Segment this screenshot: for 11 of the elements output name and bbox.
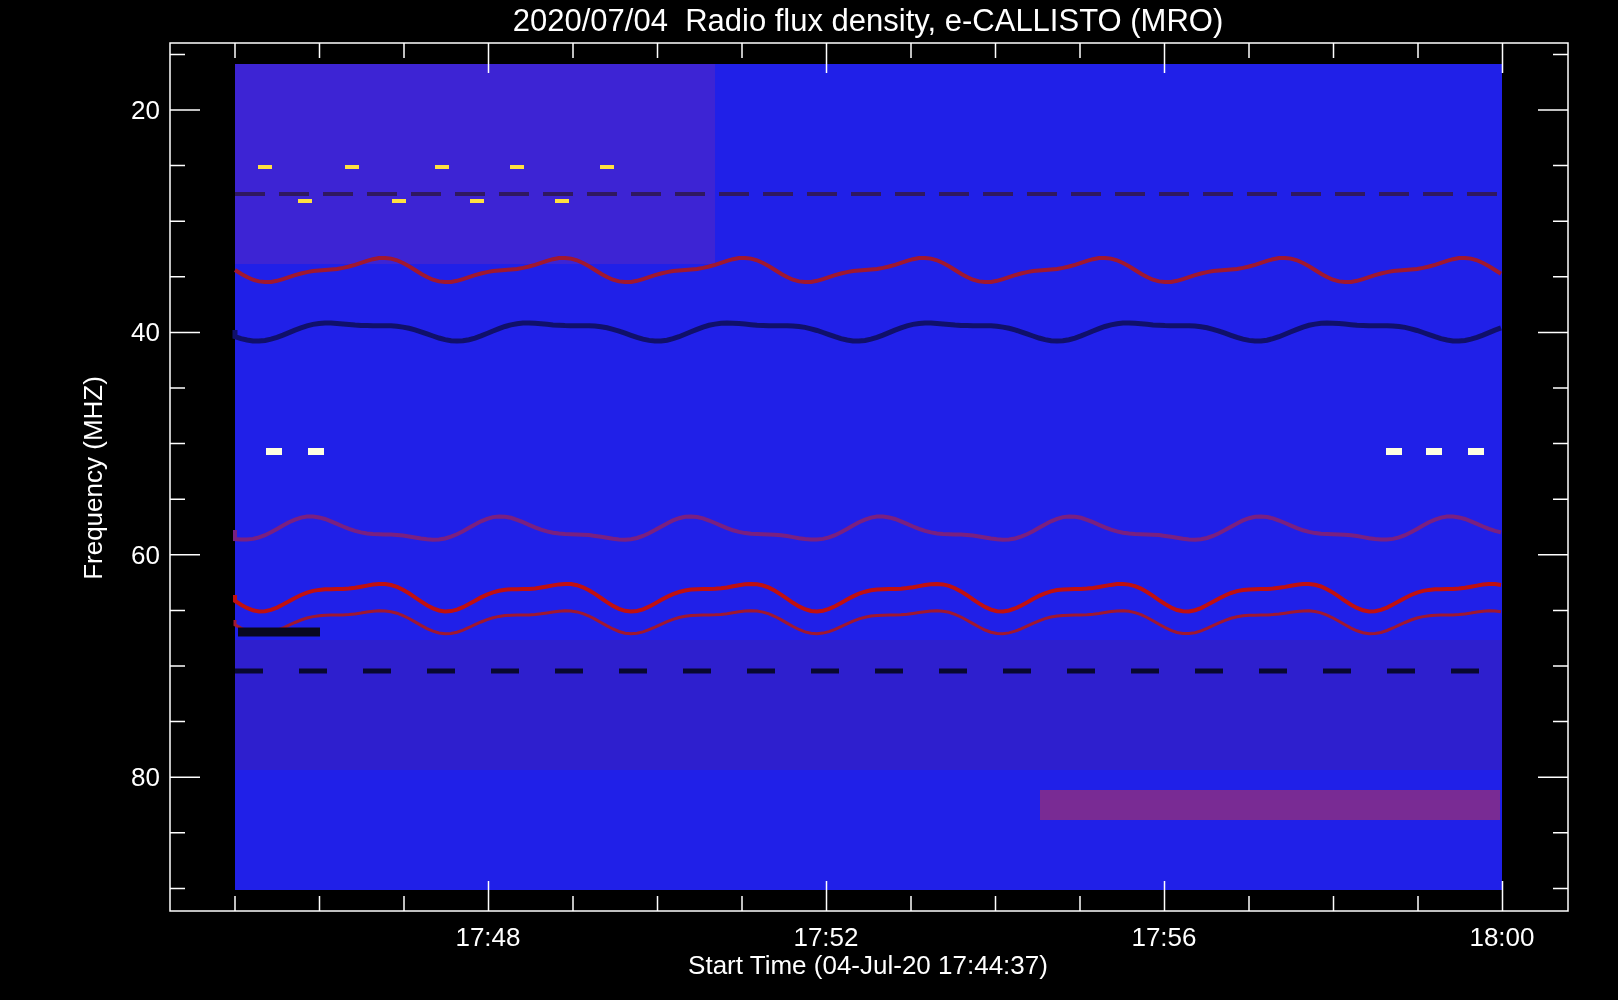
y-axis-label: Frequency (MHZ)	[78, 376, 108, 580]
x-tick-label: 17:48	[455, 922, 521, 952]
y-tick-label: 40	[131, 317, 160, 348]
x-tick-label: 18:00	[1469, 922, 1535, 952]
y-tick-label: 20	[131, 95, 160, 125]
x-axis-label: Start Time (04-Jul-20 17:44:37)	[688, 950, 1048, 980]
y-tick-label: 80	[131, 762, 160, 793]
chart-title: 2020/07/04 Radio flux density, e-CALLISTO (MRO)	[512, 3, 1224, 38]
x-tick-label: 17:52	[793, 922, 859, 952]
x-tick-label: 17:56	[1131, 922, 1197, 952]
y-tick-label: 60	[131, 539, 160, 570]
